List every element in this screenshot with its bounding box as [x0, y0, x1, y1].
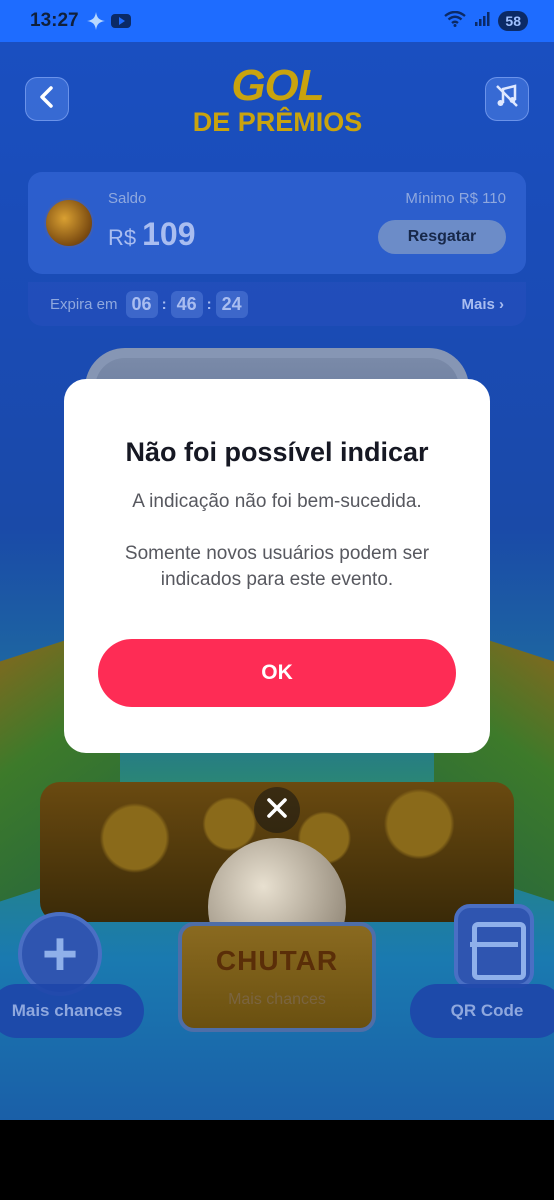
dialog-message-line2: Somente novos usuários podem ser indicad… [124, 543, 430, 590]
balance-value: R$ 109 [108, 216, 196, 252]
chevron-left-icon [39, 84, 55, 115]
wifi-icon [444, 10, 467, 32]
navigation-bar-area [0, 1120, 554, 1200]
signal-icon [474, 11, 490, 32]
music-toggle-button[interactable] [485, 77, 529, 121]
dialog-title: Não foi possível indicar [125, 437, 429, 467]
game-logo: GOL DE PRÊMIOS [192, 61, 363, 137]
dialog-message: A indicação não foi bem-sucedida. Soment… [94, 489, 460, 593]
more-chances-button[interactable]: Mais chances [0, 984, 144, 1038]
kick-button-label: CHUTAR [215, 945, 339, 976]
status-time: 13:27 [30, 10, 79, 31]
expiry-bar: Expira em 06 : 46 : 24 Mais › [28, 282, 526, 326]
timer-hours: 06 [125, 290, 158, 318]
status-bar: 13:27 58 [0, 0, 554, 42]
qr-code-button[interactable]: QR Code [410, 984, 554, 1038]
gemini-sparkle-icon [86, 12, 105, 30]
kick-button-sublabel: Mais chances [228, 991, 326, 1008]
close-dialog-button[interactable] [254, 787, 300, 833]
avatar [44, 198, 94, 248]
minimum-redeem-label: Mínimo R$ 110 [405, 190, 506, 207]
timer-seconds: 24 [215, 290, 248, 318]
timer-minutes: 46 [170, 290, 203, 318]
music-off-icon [494, 83, 520, 116]
battery-indicator: 58 [498, 11, 528, 31]
youtube-icon [110, 14, 131, 28]
referral-error-dialog: Não foi possível indicar A indicação não… [64, 379, 490, 753]
more-link[interactable]: Mais › [461, 296, 504, 313]
expiry-label: Expira em [50, 295, 118, 313]
dialog-message-line1: A indicação não foi bem-sucedida. [132, 491, 422, 512]
ok-button[interactable]: OK [98, 639, 456, 707]
balance-label: Saldo [108, 190, 147, 207]
qr-scan-icon[interactable] [454, 904, 534, 988]
back-button[interactable] [25, 77, 69, 121]
redeem-button[interactable]: Resgatar [378, 220, 506, 254]
close-icon [266, 797, 288, 824]
balance-card: Saldo R$ 109 Mínimo R$ 110 Resgatar [28, 172, 526, 274]
kick-button[interactable]: CHUTAR Mais chances [178, 922, 376, 1032]
